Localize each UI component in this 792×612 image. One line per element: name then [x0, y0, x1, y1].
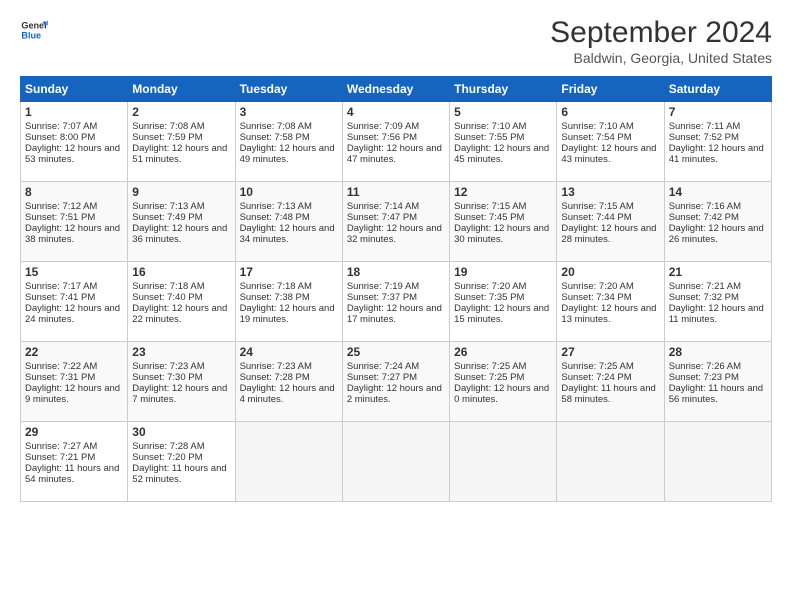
day-20: 20 Sunrise: 7:20 AMSunset: 7:34 PMDaylig…	[557, 262, 664, 342]
empty-cell-2	[342, 422, 449, 502]
day-17: 17 Sunrise: 7:18 AMSunset: 7:38 PMDaylig…	[235, 262, 342, 342]
day-3: 3 Sunrise: 7:08 AMSunset: 7:58 PMDayligh…	[235, 102, 342, 182]
header-tuesday: Tuesday	[235, 77, 342, 102]
day-12: 12 Sunrise: 7:15 AMSunset: 7:45 PMDaylig…	[450, 182, 557, 262]
day-number: 24	[240, 345, 338, 359]
location-subtitle: Baldwin, Georgia, United States	[550, 50, 772, 66]
day-24: 24 Sunrise: 7:23 AMSunset: 7:28 PMDaylig…	[235, 342, 342, 422]
logo: General Blue	[20, 16, 48, 44]
day-number: 11	[347, 185, 445, 199]
day-number: 2	[132, 105, 230, 119]
title-area: September 2024 Baldwin, Georgia, United …	[550, 16, 772, 66]
day-13: 13 Sunrise: 7:15 AMSunset: 7:44 PMDaylig…	[557, 182, 664, 262]
header-wednesday: Wednesday	[342, 77, 449, 102]
svg-text:Blue: Blue	[21, 30, 41, 40]
empty-cell-5	[664, 422, 771, 502]
day-number: 13	[561, 185, 659, 199]
day-number: 4	[347, 105, 445, 119]
header-saturday: Saturday	[664, 77, 771, 102]
day-26: 26 Sunrise: 7:25 AMSunset: 7:25 PMDaylig…	[450, 342, 557, 422]
day-16: 16 Sunrise: 7:18 AMSunset: 7:40 PMDaylig…	[128, 262, 235, 342]
day-number: 21	[669, 265, 767, 279]
calendar-table: Sunday Monday Tuesday Wednesday Thursday…	[20, 76, 772, 502]
day-27: 27 Sunrise: 7:25 AMSunset: 7:24 PMDaylig…	[557, 342, 664, 422]
day-number: 19	[454, 265, 552, 279]
day-number: 14	[669, 185, 767, 199]
day-4: 4 Sunrise: 7:09 AMSunset: 7:56 PMDayligh…	[342, 102, 449, 182]
day-18: 18 Sunrise: 7:19 AMSunset: 7:37 PMDaylig…	[342, 262, 449, 342]
day-8: 8 Sunrise: 7:12 AMSunset: 7:51 PMDayligh…	[21, 182, 128, 262]
week-row-5: 29 Sunrise: 7:27 AMSunset: 7:21 PMDaylig…	[21, 422, 772, 502]
day-7: 7 Sunrise: 7:11 AMSunset: 7:52 PMDayligh…	[664, 102, 771, 182]
week-row-1: 1 Sunrise: 7:07 AMSunset: 8:00 PMDayligh…	[21, 102, 772, 182]
day-1: 1 Sunrise: 7:07 AMSunset: 8:00 PMDayligh…	[21, 102, 128, 182]
header-monday: Monday	[128, 77, 235, 102]
header-friday: Friday	[557, 77, 664, 102]
day-28: 28 Sunrise: 7:26 AMSunset: 7:23 PMDaylig…	[664, 342, 771, 422]
day-9: 9 Sunrise: 7:13 AMSunset: 7:49 PMDayligh…	[128, 182, 235, 262]
day-29: 29 Sunrise: 7:27 AMSunset: 7:21 PMDaylig…	[21, 422, 128, 502]
day-6: 6 Sunrise: 7:10 AMSunset: 7:54 PMDayligh…	[557, 102, 664, 182]
day-number: 18	[347, 265, 445, 279]
header: General Blue September 2024 Baldwin, Geo…	[20, 16, 772, 66]
day-23: 23 Sunrise: 7:23 AMSunset: 7:30 PMDaylig…	[128, 342, 235, 422]
day-number: 26	[454, 345, 552, 359]
logo-icon: General Blue	[20, 16, 48, 44]
week-row-4: 22 Sunrise: 7:22 AMSunset: 7:31 PMDaylig…	[21, 342, 772, 422]
day-number: 27	[561, 345, 659, 359]
day-number: 7	[669, 105, 767, 119]
day-number: 8	[25, 185, 123, 199]
week-row-2: 8 Sunrise: 7:12 AMSunset: 7:51 PMDayligh…	[21, 182, 772, 262]
day-number: 25	[347, 345, 445, 359]
page: General Blue September 2024 Baldwin, Geo…	[0, 0, 792, 512]
day-14: 14 Sunrise: 7:16 AMSunset: 7:42 PMDaylig…	[664, 182, 771, 262]
day-number: 16	[132, 265, 230, 279]
day-number: 1	[25, 105, 123, 119]
header-thursday: Thursday	[450, 77, 557, 102]
day-30: 30 Sunrise: 7:28 AMSunset: 7:20 PMDaylig…	[128, 422, 235, 502]
day-25: 25 Sunrise: 7:24 AMSunset: 7:27 PMDaylig…	[342, 342, 449, 422]
day-number: 12	[454, 185, 552, 199]
empty-cell-1	[235, 422, 342, 502]
day-number: 17	[240, 265, 338, 279]
month-title: September 2024	[550, 16, 772, 50]
day-number: 22	[25, 345, 123, 359]
day-19: 19 Sunrise: 7:20 AMSunset: 7:35 PMDaylig…	[450, 262, 557, 342]
weekday-header-row: Sunday Monday Tuesday Wednesday Thursday…	[21, 77, 772, 102]
day-number: 9	[132, 185, 230, 199]
day-2: 2 Sunrise: 7:08 AMSunset: 7:59 PMDayligh…	[128, 102, 235, 182]
day-22: 22 Sunrise: 7:22 AMSunset: 7:31 PMDaylig…	[21, 342, 128, 422]
week-row-3: 15 Sunrise: 7:17 AMSunset: 7:41 PMDaylig…	[21, 262, 772, 342]
day-number: 6	[561, 105, 659, 119]
day-10: 10 Sunrise: 7:13 AMSunset: 7:48 PMDaylig…	[235, 182, 342, 262]
empty-cell-3	[450, 422, 557, 502]
day-number: 5	[454, 105, 552, 119]
day-5: 5 Sunrise: 7:10 AMSunset: 7:55 PMDayligh…	[450, 102, 557, 182]
day-number: 15	[25, 265, 123, 279]
header-sunday: Sunday	[21, 77, 128, 102]
day-number: 23	[132, 345, 230, 359]
day-number: 20	[561, 265, 659, 279]
day-21: 21 Sunrise: 7:21 AMSunset: 7:32 PMDaylig…	[664, 262, 771, 342]
day-number: 28	[669, 345, 767, 359]
day-number: 10	[240, 185, 338, 199]
day-15: 15 Sunrise: 7:17 AMSunset: 7:41 PMDaylig…	[21, 262, 128, 342]
empty-cell-4	[557, 422, 664, 502]
day-number: 30	[132, 425, 230, 439]
day-11: 11 Sunrise: 7:14 AMSunset: 7:47 PMDaylig…	[342, 182, 449, 262]
day-number: 3	[240, 105, 338, 119]
day-number: 29	[25, 425, 123, 439]
